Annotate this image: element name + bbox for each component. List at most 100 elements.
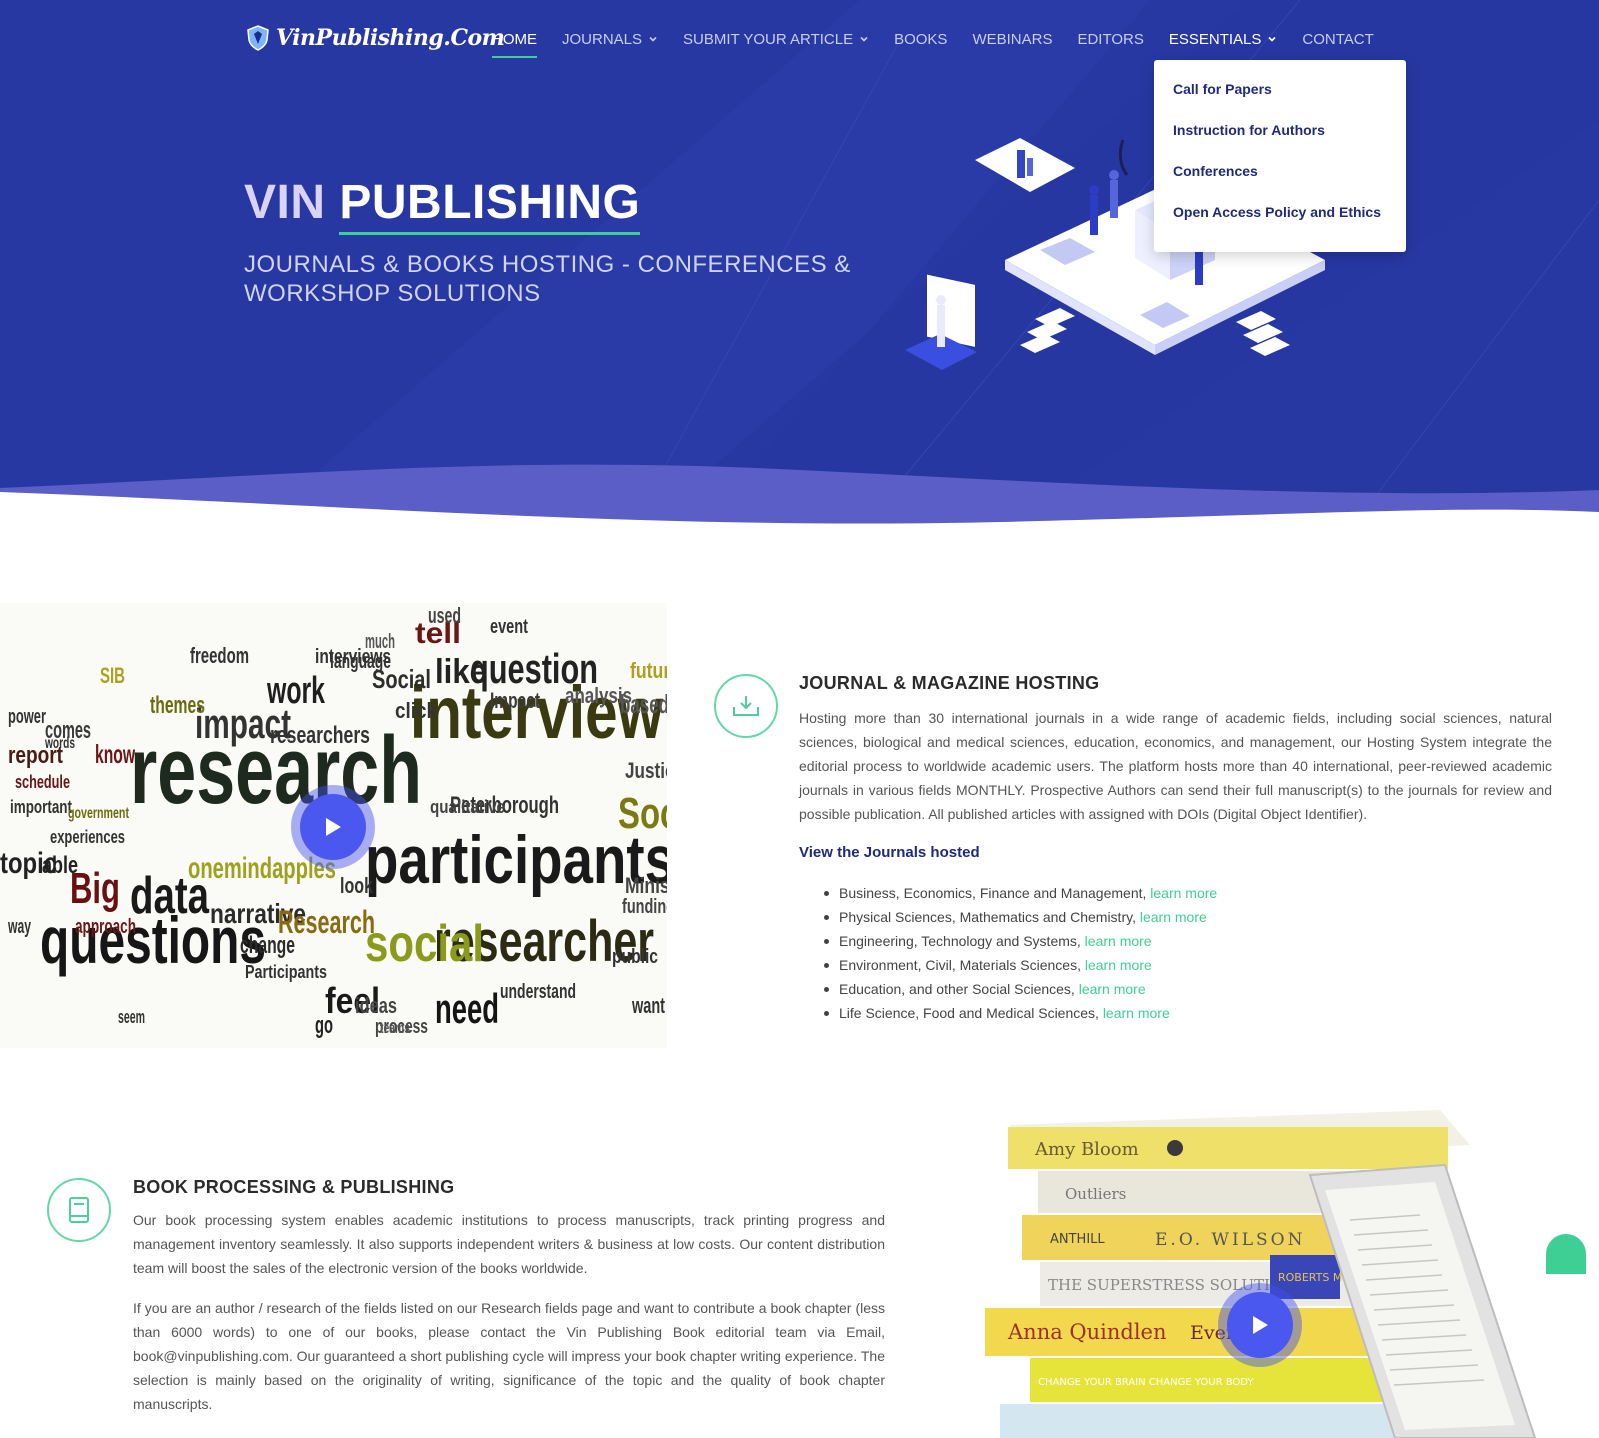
shield-logo-icon	[247, 25, 269, 51]
learn-more-link[interactable]: learn more	[1103, 1005, 1170, 1021]
journal-fields-list: Business, Economics, Finance and Managem…	[823, 881, 1217, 1025]
nav-webinars[interactable]: WEBINARS	[972, 28, 1052, 50]
nav-submit-article[interactable]: SUBMIT YOUR ARTICLE	[683, 28, 869, 50]
nav-essentials-label: ESSENTIALS	[1168, 30, 1262, 48]
field-text: Engineering, Technology and Systems,	[839, 933, 1085, 949]
nav-contact-label: CONTACT	[1302, 30, 1374, 48]
book-spine-label: CHANGE YOUR BRAIN CHANGE YOUR BODY	[1038, 1377, 1254, 1388]
field-text: Physical Sciences, Mathematics and Chemi…	[839, 909, 1140, 925]
research-wordcloud-image: research interview questions participants re…	[0, 603, 667, 1048]
wordcloud-word: freedom	[190, 643, 249, 668]
nav-essentials[interactable]: ESSENTIALS	[1169, 28, 1278, 50]
wordcloud-word: change	[240, 932, 295, 959]
nav-webinars-label: WEBINARS	[972, 30, 1053, 48]
journal-hosting-title: JOURNAL & MAGAZINE HOSTING	[799, 673, 1100, 693]
wordcloud-word: Society	[618, 789, 667, 838]
video-play-button[interactable]	[291, 785, 375, 869]
play-icon	[1253, 1316, 1268, 1334]
wordcloud-word: teams	[380, 1020, 410, 1037]
nav-books[interactable]: BOOKS	[894, 28, 947, 50]
menu-item-open-access-policy[interactable]: Open Access Policy and Ethics	[1154, 201, 1406, 242]
wordcloud-word: important	[10, 797, 72, 817]
journal-hosting-icon-circle	[714, 674, 778, 738]
book-spine-label: ANTHILL	[1050, 1232, 1105, 1247]
wordcloud-word: SIB	[100, 663, 125, 688]
nav-books-label: BOOKS	[894, 30, 948, 48]
wordcloud-word: Minister	[625, 873, 667, 898]
play-icon	[326, 818, 341, 836]
field-text: Business, Economics, Finance and Managem…	[839, 885, 1151, 901]
book-spine-label: ROBERTS MD	[1278, 1271, 1351, 1284]
wordcloud-word: able	[42, 852, 78, 879]
nav-home[interactable]: HOME	[492, 28, 537, 58]
wordcloud-word: need	[435, 985, 499, 1032]
wordcloud-word: words	[44, 735, 75, 752]
play-button-inner	[1227, 1292, 1293, 1358]
view-journals-link[interactable]: View the Journals hosted	[799, 844, 980, 861]
back-to-top-icon[interactable]	[1546, 1234, 1586, 1274]
wordcloud-word: social	[365, 915, 484, 973]
list-item: Life Science, Food and Medical Sciences,…	[823, 1001, 1217, 1025]
menu-item-instruction-for-authors[interactable]: Instruction for Authors	[1154, 119, 1406, 160]
hero-title-part2: PUBLISHING	[339, 176, 641, 229]
journal-hosting-description: Hosting more than 30 international journ…	[799, 710, 1552, 822]
learn-more-link[interactable]: learn more	[1150, 885, 1217, 901]
field-text: Life Science, Food and Medical Sciences,	[839, 1005, 1103, 1021]
list-item: Physical Sciences, Mathematics and Chemi…	[823, 905, 1217, 929]
download-icon	[733, 696, 759, 716]
wordcloud-word: seem	[118, 1007, 145, 1027]
learn-more-link[interactable]: learn more	[1140, 909, 1207, 925]
wordcloud-word: researchers	[270, 722, 370, 749]
wordcloud-word: funding	[622, 896, 667, 918]
nav-submit-label: SUBMIT YOUR ARTICLE	[683, 30, 854, 48]
book-spine-label: Outliers	[1065, 1185, 1126, 1203]
field-text: Education, and other Social Sciences,	[839, 981, 1079, 997]
main-nav: HOME JOURNALS SUBMIT YOUR ARTICLE BOOKS …	[492, 28, 1399, 58]
books-stack-image: Amy Bloom Outliers ANTHILL E.O. WILSON T…	[940, 1105, 1580, 1438]
site-logo[interactable]: VinPublishing.Com	[246, 20, 505, 56]
wordcloud-word: work	[266, 670, 325, 712]
menu-item-call-for-papers[interactable]: Call for Papers	[1154, 78, 1406, 119]
nav-home-label: HOME	[492, 30, 537, 48]
learn-more-link[interactable]: learn more	[1079, 981, 1146, 997]
list-item: Education, and other Social Sciences, le…	[823, 977, 1217, 1001]
wordcloud-word: Impact	[490, 688, 540, 713]
wordcloud-word: approach	[75, 916, 136, 938]
wordcloud-word: way	[7, 916, 31, 938]
wordcloud-word: ideas	[355, 993, 397, 1018]
wordcloud-word: qualitative	[430, 797, 505, 817]
nav-journals-label: JOURNALS	[562, 30, 643, 48]
book-processing-title: BOOK PROCESSING & PUBLISHING	[133, 1177, 455, 1197]
nav-contact[interactable]: CONTACT	[1302, 28, 1373, 50]
list-item: Environment, Civil, Materials Sciences, …	[823, 953, 1217, 977]
nav-journals[interactable]: JOURNALS	[562, 28, 658, 50]
wordcloud-word: look	[340, 873, 374, 898]
book-icon	[69, 1197, 89, 1223]
book-processing-description: Our book processing system enables acade…	[133, 1208, 885, 1432]
wordcloud-word: click	[395, 698, 438, 723]
wordcloud-word: event	[490, 616, 528, 638]
chevron-down-icon	[1268, 36, 1276, 42]
wordcloud-word: want	[631, 993, 665, 1018]
list-item: Engineering, Technology and Systems, lea…	[823, 929, 1217, 953]
wordcloud-word: know	[95, 739, 135, 769]
wordcloud-word: schedule	[15, 772, 70, 792]
wordcloud-word: government	[68, 805, 129, 822]
hero-subtitle: JOURNALS & BOOKS HOSTING - CONFERENCES &…	[244, 251, 851, 307]
wordcloud-word: understand	[500, 981, 576, 1003]
books-video-play-button[interactable]	[1218, 1283, 1302, 1367]
wordcloud-word: like	[435, 653, 487, 691]
wordcloud-word: go	[315, 1012, 333, 1039]
wordcloud-word: future	[630, 658, 667, 683]
menu-item-conferences[interactable]: Conferences	[1154, 160, 1406, 201]
field-text: Environment, Civil, Materials Sciences,	[839, 957, 1085, 973]
learn-more-link[interactable]: learn more	[1085, 933, 1152, 949]
wordcloud-word: power	[8, 706, 46, 728]
book-paragraph-2: If you are an author / research of the f…	[133, 1300, 885, 1412]
book-spine-label: Anna Quindlen	[1007, 1320, 1167, 1344]
learn-more-link[interactable]: learn more	[1085, 957, 1152, 973]
nav-editors[interactable]: EDITORS	[1077, 28, 1143, 50]
wordcloud-word: Justice	[625, 758, 667, 783]
wordcloud-word: used	[428, 603, 461, 628]
book-processing-icon-circle	[47, 1178, 111, 1242]
